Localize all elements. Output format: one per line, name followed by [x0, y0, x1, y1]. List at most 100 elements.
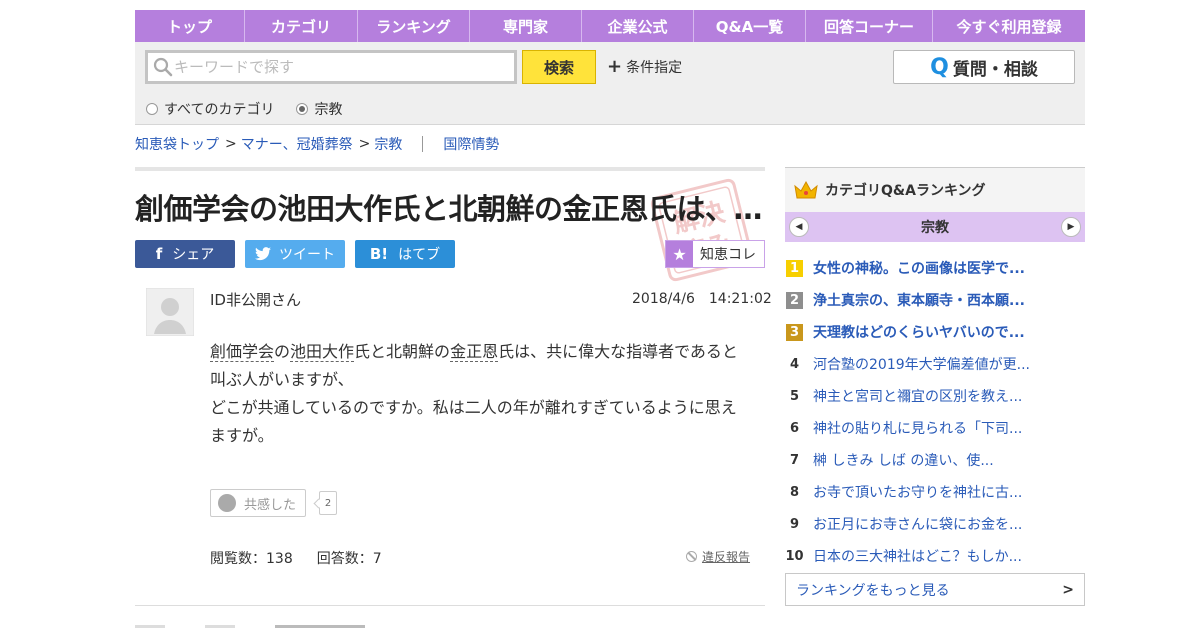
ranking-item[interactable]: 2 浄土真宗の、東本願寺・西本願...: [785, 284, 1085, 316]
nav-item-official[interactable]: 企業公式: [582, 10, 694, 42]
smile-icon: [218, 494, 236, 512]
chie-kore-label: 知恵コレ: [700, 247, 756, 263]
nav-item-top[interactable]: トップ: [135, 10, 245, 42]
question-body: 創価学会の池田大作氏と北朝鮮の金正恩氏は、共に偉大な指導者であると叫ぶ人がいます…: [210, 338, 750, 450]
empathy-label: 共感した: [244, 497, 297, 513]
rank-number: 7: [789, 452, 800, 468]
chie-kore-button[interactable]: ★ 知恵コレ: [665, 240, 765, 268]
radio-dot-selected-icon: [296, 103, 309, 115]
radio-all-label: すべてのカテゴリ: [164, 102, 275, 118]
search-button[interactable]: 検索: [522, 50, 596, 84]
user-name: ID非公開さん: [210, 291, 301, 309]
twitter-share-button[interactable]: ツイート: [245, 240, 345, 268]
view-count: 閲覧数：138: [210, 551, 293, 567]
ranking-item-title[interactable]: お寺で頂いたお守りを神社に古...: [813, 482, 1022, 502]
share-buttons: f シェア ツイート B! はてブ: [135, 240, 465, 268]
rank-number: 2: [786, 291, 803, 309]
q-icon: Q: [930, 54, 949, 80]
breadcrumb-religion[interactable]: 宗教: [374, 134, 402, 154]
clipped-next-heading: [135, 622, 535, 630]
keyword-link[interactable]: 池田大作: [290, 342, 355, 362]
star-icon: ★: [666, 241, 693, 267]
rank-number: 10: [785, 548, 804, 564]
question-body-line: どこが共通しているのですか。私は二人の年が離れすぎているように思えますが。: [210, 398, 737, 445]
search-icon: [153, 57, 173, 77]
breadcrumb-manners[interactable]: マナー、冠婚葬祭: [241, 134, 353, 154]
rank-number: 5: [789, 388, 800, 404]
ask-question-label: 質問・相談: [952, 59, 1038, 80]
twitter-icon: [255, 247, 271, 261]
nav-item-experts[interactable]: 専門家: [470, 10, 582, 42]
search-input[interactable]: [174, 54, 504, 80]
ranking-item-title[interactable]: 河合塾の2019年大学偏差値が更...: [813, 354, 1030, 374]
rank-number: 6: [789, 420, 800, 436]
next-category-button[interactable]: ▶: [1061, 217, 1081, 237]
ranking-item-title[interactable]: 榊 しきみ しば の違い、使...: [813, 450, 994, 470]
ranking-item[interactable]: 5 神主と宮司と禰宜の区別を教え...: [785, 380, 1085, 412]
previous-category-button[interactable]: ◀: [789, 217, 809, 237]
ranking-item[interactable]: 9 お正月にお寺さんに袋にお金を...: [785, 508, 1085, 540]
ranking-item-title[interactable]: 女性の神秘。この画像は医学で...: [813, 258, 1025, 278]
ranking-category-bar: ◀ 宗教 ▶: [785, 212, 1085, 242]
rank-number: 4: [789, 356, 800, 372]
condition-label: 条件指定: [626, 60, 683, 76]
ranking-item-title[interactable]: 日本の三大神社はどこ？もしか...: [813, 546, 1022, 566]
ranking-item[interactable]: 10 日本の三大神社はどこ？もしか...: [785, 540, 1085, 572]
radio-category-label: 宗教: [314, 102, 343, 118]
facebook-share-label: シェア: [172, 247, 215, 263]
nav-item-register[interactable]: 今すぐ利用登録: [933, 10, 1085, 42]
radio-current-category[interactable]: 宗教: [296, 99, 342, 119]
more-ranking-button[interactable]: ランキングをもっと見る >: [785, 573, 1085, 606]
rank-number: 1: [786, 259, 803, 277]
radio-dot-icon: [146, 103, 158, 115]
keyword-link[interactable]: 金正恩: [450, 342, 499, 362]
nav-item-category[interactable]: カテゴリ: [245, 10, 358, 42]
ranking-category: 宗教: [921, 220, 949, 236]
ranking-item-title[interactable]: 神社の貼り札に見られる「下司...: [813, 418, 1022, 438]
nav-item-qa-list[interactable]: Q&A一覧: [694, 10, 806, 42]
breadcrumb-home[interactable]: 知恵袋トップ: [135, 134, 219, 154]
ranking-item-title[interactable]: お正月にお寺さんに袋にお金を...: [813, 514, 1022, 534]
ranking-item[interactable]: 4 河合塾の2019年大学偏差値が更...: [785, 348, 1085, 380]
rank-number: 9: [789, 516, 800, 532]
ranking-item-title[interactable]: 天理教はどのくらいヤバいので...: [813, 322, 1025, 342]
facebook-share-button[interactable]: f シェア: [135, 240, 235, 268]
hatena-bookmark-button[interactable]: B! はてブ: [355, 240, 455, 268]
facebook-icon: f: [155, 245, 163, 263]
ranking-item[interactable]: 3 天理教はどのくらいヤバいので...: [785, 316, 1085, 348]
ranking-item[interactable]: 8 お寺で頂いたお守りを神社に古...: [785, 476, 1085, 508]
ranking-item-title[interactable]: 浄土真宗の、東本願寺・西本願...: [813, 290, 1025, 310]
post-date: 2018/4/6 14:21:02: [632, 291, 772, 307]
ranking-item-title[interactable]: 神主と宮司と禰宜の区別を教え...: [813, 386, 1022, 406]
crown-icon: [794, 180, 818, 199]
report-link[interactable]: 違反報告: [686, 548, 750, 565]
empathy-button[interactable]: 共感した: [210, 489, 306, 517]
rank-number: 3: [786, 323, 803, 341]
ranking-item[interactable]: 7 榊 しきみ しば の違い、使...: [785, 444, 1085, 476]
ask-question-button[interactable]: Q 質問・相談: [893, 50, 1075, 84]
body-text: の: [274, 342, 291, 361]
plus-icon: +: [607, 56, 623, 77]
question-stats: 閲覧数：138 回答数：7: [210, 548, 406, 568]
nav-item-answer-corner[interactable]: 回答コーナー: [806, 10, 933, 42]
condition-link[interactable]: + 条件指定: [607, 57, 682, 77]
ranking-item[interactable]: 6 神社の貼り札に見られる「下司...: [785, 412, 1085, 444]
ranking-header: カテゴリQ&Aランキング: [785, 167, 1085, 212]
question-body-line: 創価学会の池田大作氏と北朝鮮の金正恩氏は、共に偉大な指導者であると叫ぶ人がいます…: [210, 338, 750, 394]
more-ranking-label: ランキングをもっと見る: [796, 582, 950, 599]
category-scope: すべてのカテゴリ 宗教: [146, 99, 364, 119]
report-label: 違反報告: [702, 550, 751, 564]
global-nav: トップ カテゴリ ランキング 専門家 企業公式 Q&A一覧 回答コーナー 今すぐ…: [135, 10, 1085, 42]
nav-item-ranking[interactable]: ランキング: [358, 10, 470, 42]
ban-icon: [686, 551, 697, 562]
radio-all-categories[interactable]: すべてのカテゴリ: [146, 99, 274, 119]
breadcrumb-related-international[interactable]: 国際情勢: [443, 134, 499, 154]
search-box: [145, 50, 517, 84]
ranking-item[interactable]: 1 女性の神秘。この画像は医学で...: [785, 252, 1085, 284]
body-text: 氏と北朝鮮の: [354, 342, 451, 361]
answer-count: 回答数：7: [316, 551, 382, 567]
empathy-count: 2: [319, 491, 337, 515]
ranking-list: 1 女性の神秘。この画像は医学で... 2 浄土真宗の、東本願寺・西本願... 3天…: [785, 252, 1085, 572]
keyword-link[interactable]: 創価学会: [210, 342, 275, 362]
avatar: [146, 288, 194, 336]
